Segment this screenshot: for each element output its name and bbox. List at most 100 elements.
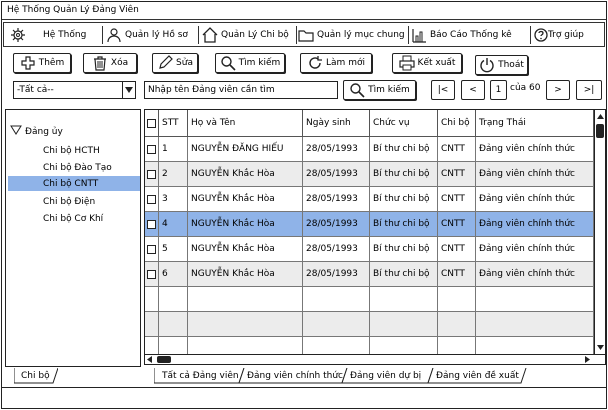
- checkbox[interactable]: [147, 194, 156, 204]
- row-dob: 28/05/1993: [303, 137, 370, 162]
- page-next-button[interactable]: >: [546, 80, 570, 100]
- table-row[interactable]: 1 NGUYỄN ĐĂNG HIẾU 28/05/1993 Bí thư chi bộ…: [145, 137, 594, 162]
- row-branch: CNTT: [438, 262, 476, 287]
- checkbox[interactable]: [147, 269, 156, 279]
- row-status: [476, 287, 594, 312]
- table-row[interactable]: 5 NGUYỄN Khắc Hòa 28/05/1993 Bí thư chi bộ C…: [145, 237, 594, 262]
- tab-official-members[interactable]: Đảng viên chính thức: [242, 368, 343, 384]
- horizontal-scrollbar[interactable]: [145, 354, 605, 364]
- tree-item-dien[interactable]: Chi bộ Điện: [43, 194, 95, 209]
- row-stt-text: 5: [162, 244, 168, 254]
- checkbox[interactable]: [147, 219, 156, 229]
- row-select[interactable]: [145, 212, 159, 237]
- folder-icon: [298, 27, 314, 43]
- table-row[interactable]: [145, 312, 594, 337]
- table-row[interactable]: 4 NGUYỄN Khắc Hòa 28/05/1993 Bí thư chi bộ C…: [145, 212, 594, 237]
- row-branch-text: CNTT: [441, 194, 465, 204]
- refresh-button[interactable]: Làm mới: [300, 53, 372, 73]
- delete-button[interactable]: Xóa: [83, 53, 137, 73]
- menu-branch[interactable]: Quản Lý Chi bộ: [202, 26, 289, 44]
- search-toolbar-button[interactable]: Tìm kiếm: [215, 53, 285, 73]
- scroll-up-icon[interactable]: [596, 111, 604, 121]
- menu-report[interactable]: Báo Cáo Thống kê: [411, 26, 512, 44]
- table-row[interactable]: 2 NGUYỄN Khắc Hòa 28/05/1993 Bí thư chi bộ C…: [145, 162, 594, 187]
- header-select-all[interactable]: [145, 110, 159, 137]
- tab-proposed-members[interactable]: Đảng viên đề xuất: [431, 368, 519, 384]
- row-select[interactable]: [145, 262, 159, 287]
- row-dob: [303, 287, 370, 312]
- row-stt: 4: [159, 212, 188, 237]
- row-role: Bí thư chi bộ: [370, 237, 438, 262]
- menu-report-label: Báo Cáo Thống kê: [430, 30, 512, 40]
- page-last-button[interactable]: >|: [576, 80, 602, 100]
- checkbox[interactable]: [147, 118, 156, 128]
- menu-system-label: Hệ Thống: [43, 30, 87, 40]
- search-icon: [349, 82, 365, 98]
- checkbox[interactable]: [147, 169, 156, 179]
- search-icon: [220, 55, 236, 71]
- scroll-left-icon[interactable]: [147, 356, 153, 363]
- add-button-label: Thêm: [38, 58, 65, 68]
- scroll-thumb[interactable]: [596, 124, 604, 138]
- printer-icon: [398, 55, 415, 71]
- row-dob-text: 28/05/1993: [306, 269, 358, 279]
- table-row[interactable]: 3 NGUYỄN Khắc Hòa 28/05/1993 Bí thư chi bộ C…: [145, 187, 594, 212]
- row-status: Đảng viên chính thức: [476, 262, 594, 287]
- row-select[interactable]: [145, 287, 159, 312]
- row-dob: [303, 312, 370, 337]
- menu-help[interactable]: Trợ giúp: [533, 26, 584, 44]
- row-select[interactable]: [145, 237, 159, 262]
- row-status: Đảng viên chính thức: [476, 162, 594, 187]
- add-button[interactable]: Thêm: [13, 53, 71, 73]
- tree-root[interactable]: Đảng ủy: [10, 124, 63, 139]
- search-button[interactable]: Tìm kiếm: [343, 80, 416, 100]
- power-icon: [479, 57, 495, 73]
- scroll-right-icon[interactable]: [585, 356, 591, 363]
- tree-item-co-khi[interactable]: Chi bộ Cơ Khí: [43, 211, 103, 226]
- chevron-down-icon[interactable]: [122, 82, 135, 98]
- table-row[interactable]: [145, 287, 594, 312]
- tree-item-hcth[interactable]: Chi bộ HCTH: [43, 143, 100, 158]
- app-window: Hệ Thống Quản Lý Đảng Viên Hệ Thống Quản…: [1, 1, 607, 409]
- row-stt: 1: [159, 137, 188, 162]
- page-first-button[interactable]: |<: [431, 80, 455, 100]
- row-stt-text: 1: [162, 144, 168, 154]
- row-dob: 28/05/1993: [303, 212, 370, 237]
- tab-all-members[interactable]: Tất cả Đảng viên: [157, 368, 239, 384]
- row-name: NGUYỄN ĐĂNG HIẾU: [188, 137, 303, 162]
- row-select[interactable]: [145, 187, 159, 212]
- vertical-scrollbar[interactable]: [594, 110, 605, 364]
- tab-probationary-members[interactable]: Đảng viên dự bị: [345, 368, 421, 384]
- row-name: [188, 312, 303, 337]
- tree-item-dao-tao[interactable]: Chi bộ Đào Tạo: [43, 160, 112, 175]
- edit-button[interactable]: Sửa: [152, 53, 198, 73]
- exit-button[interactable]: Thoát: [475, 55, 528, 75]
- menu-profile[interactable]: Quản lý Hồ sơ: [106, 26, 188, 44]
- row-select[interactable]: [145, 162, 159, 187]
- row-select[interactable]: [145, 137, 159, 162]
- tab-branch[interactable]: Chi bộ: [16, 368, 50, 384]
- menu-help-label: Trợ giúp: [548, 30, 584, 40]
- menu-common[interactable]: Quản lý mục chung: [298, 26, 405, 44]
- export-button-label: Kết xuất: [417, 58, 456, 68]
- search-input[interactable]: Nhập tên Đảng viên cần tìm: [144, 81, 338, 99]
- menu-system[interactable]: Hệ Thống: [10, 26, 86, 44]
- page-number-input[interactable]: 1: [490, 80, 507, 100]
- page-prev-button[interactable]: <: [461, 80, 485, 100]
- row-status-text: Đảng viên chính thức: [479, 194, 576, 204]
- row-select[interactable]: [145, 312, 159, 337]
- scroll-down-icon[interactable]: [596, 342, 604, 352]
- checkbox[interactable]: [147, 244, 156, 254]
- row-role: Bí thư chi bộ: [370, 212, 438, 237]
- hscroll-thumb[interactable]: [157, 356, 171, 363]
- tree-item-cntt[interactable]: Chi bộ CNTT: [8, 176, 140, 191]
- row-status-text: Đảng viên chính thức: [479, 169, 576, 179]
- checkbox[interactable]: [147, 144, 156, 154]
- menu-branch-label: Quản Lý Chi bộ: [221, 30, 289, 40]
- row-name: NGUYỄN Khắc Hòa: [188, 212, 303, 237]
- branch-filter-dropdown[interactable]: -Tất cả--: [13, 81, 136, 99]
- table-row[interactable]: 6 NGUYỄN Khắc Hòa 28/05/1993 Bí thư chi bộ C…: [145, 262, 594, 287]
- export-button[interactable]: Kết xuất: [392, 53, 462, 73]
- row-role: Bí thư chi bộ: [370, 187, 438, 212]
- row-dob-text: 28/05/1993: [306, 169, 358, 179]
